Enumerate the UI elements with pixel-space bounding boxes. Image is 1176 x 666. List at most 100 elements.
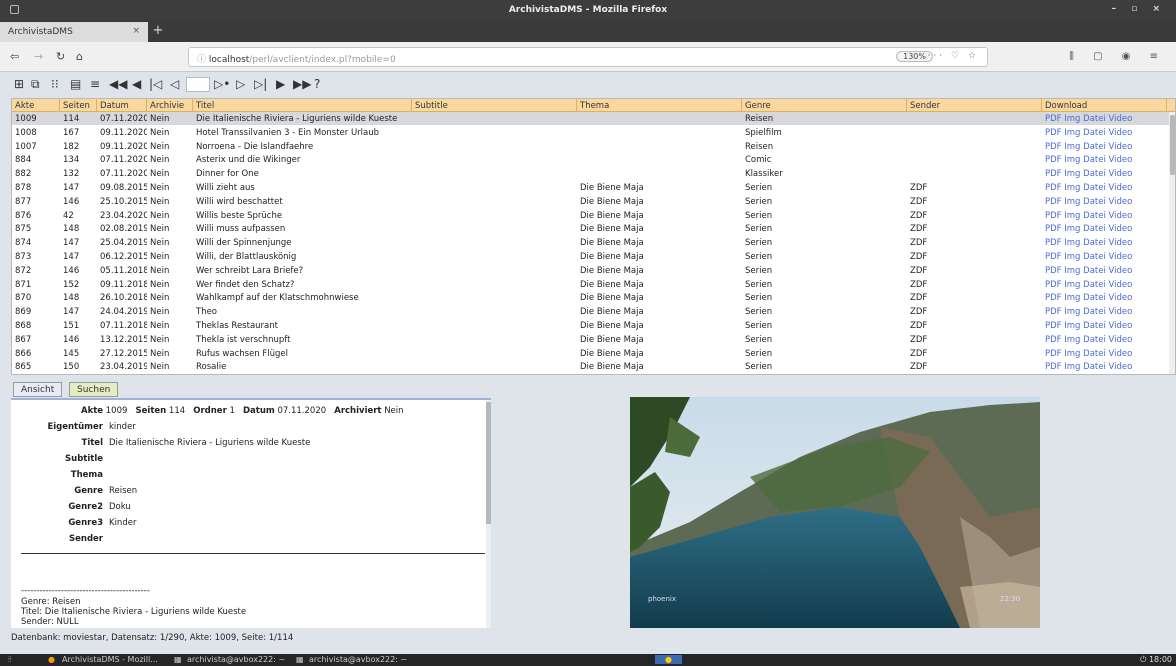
system-tray[interactable]: ⏻ 18:00 [1140, 655, 1172, 665]
download-link[interactable]: Img [1064, 349, 1080, 359]
download-link[interactable]: Video [1109, 252, 1133, 262]
download-link[interactable]: PDF [1045, 114, 1062, 124]
download-link[interactable]: Img [1064, 321, 1080, 331]
preview-image[interactable]: phoenix 22:30 [630, 397, 1040, 628]
download-link[interactable]: PDF [1045, 280, 1062, 290]
next-record-icon[interactable]: ▶ [276, 77, 285, 91]
prev-page-icon[interactable]: ◁ [170, 77, 179, 91]
download-link[interactable]: Video [1109, 280, 1133, 290]
copy-icon[interactable]: ⧉ [31, 77, 40, 92]
download-link[interactable]: Video [1109, 224, 1133, 234]
download-link[interactable]: Video [1109, 114, 1133, 124]
download-link[interactable]: Video [1109, 307, 1133, 317]
download-link[interactable]: Video [1109, 362, 1133, 372]
download-link[interactable]: PDF [1045, 224, 1062, 234]
download-link[interactable]: Video [1109, 169, 1133, 179]
back-icon[interactable]: ⇦ [10, 50, 19, 63]
column-header[interactable]: Sender [907, 99, 1042, 112]
table-row[interactable]: 874 147 25.04.2019 Nein Willi der Spinnenjun… [12, 236, 1172, 249]
download-link[interactable]: Datei [1083, 293, 1106, 303]
download-link[interactable]: PDF [1045, 266, 1062, 276]
library-icons[interactable]: ⫼ ▢ ◉ ≡ [1069, 51, 1166, 62]
task-terminal-2[interactable]: archivista@avbox222: ~ [309, 655, 407, 664]
download-link[interactable]: PDF [1045, 197, 1062, 207]
download-link[interactable]: Img [1064, 142, 1080, 152]
help-icon[interactable]: ? [314, 77, 320, 91]
column-header[interactable]: Thema [577, 99, 742, 112]
table-row[interactable]: 1007 182 09.11.2020 Nein Norroena - Die Isla… [12, 140, 1172, 153]
download-link[interactable]: Img [1064, 211, 1080, 221]
download-link[interactable]: Datei [1083, 224, 1106, 234]
download-link[interactable]: Img [1064, 307, 1080, 317]
download-link[interactable]: Img [1064, 280, 1080, 290]
page-number-input[interactable] [186, 77, 210, 92]
download-link[interactable]: Datei [1083, 155, 1106, 165]
download-link[interactable]: Img [1064, 197, 1080, 207]
download-link[interactable]: Video [1109, 238, 1133, 248]
window-controls[interactable]: – ▫ × [1112, 4, 1166, 14]
table-row[interactable]: 876 42 23.04.2020 Nein Willis beste Sprüche D… [12, 209, 1172, 222]
download-link[interactable]: PDF [1045, 252, 1062, 262]
download-link[interactable]: Video [1109, 349, 1133, 359]
forward-icon[interactable]: → [34, 50, 43, 63]
first-record-icon[interactable]: ◀◀ [109, 77, 127, 91]
table-row[interactable]: 869 147 24.04.2019 Nein Theo Die Biene Maja Se… [12, 305, 1172, 318]
download-link[interactable]: Video [1109, 211, 1133, 221]
download-link[interactable]: Img [1064, 114, 1080, 124]
table-row[interactable]: 873 147 06.12.2015 Nein Willi, der Blattlaus… [12, 250, 1172, 263]
table-row[interactable]: 870 148 26.10.2018 Nein Wahlkampf auf der Kl… [12, 291, 1172, 304]
table-row[interactable]: 1009 114 07.11.2020 Nein Die Italienische Ri… [12, 112, 1172, 125]
download-link[interactable]: Video [1109, 293, 1133, 303]
download-link[interactable]: Img [1064, 238, 1080, 248]
first-page-icon[interactable]: |◁ [149, 77, 162, 91]
download-link[interactable]: Datei [1083, 128, 1106, 138]
download-link[interactable]: Video [1109, 266, 1133, 276]
download-link[interactable]: PDF [1045, 155, 1062, 165]
column-header[interactable]: Titel [193, 99, 412, 112]
column-header[interactable]: Archivie [147, 99, 193, 112]
download-link[interactable]: Datei [1083, 321, 1106, 331]
table-row[interactable]: 875 148 02.08.2019 Nein Willi muss aufpassen… [12, 222, 1172, 235]
browser-tab[interactable]: ArchivistaDMS × [0, 22, 148, 42]
download-link[interactable]: Img [1064, 224, 1080, 234]
edit-list-icon[interactable]: ≡ [90, 77, 100, 91]
download-link[interactable]: PDF [1045, 128, 1062, 138]
last-page-icon[interactable]: ▷| [254, 77, 267, 91]
download-link[interactable]: PDF [1045, 335, 1062, 345]
add-icon[interactable]: ⊞ [14, 77, 24, 91]
table-row[interactable]: 882 132 07.11.2020 Nein Dinner for One Klassi… [12, 167, 1172, 180]
column-header[interactable]: Datum [97, 99, 147, 112]
column-header[interactable]: Subtitle [412, 99, 577, 112]
download-link[interactable]: PDF [1045, 293, 1062, 303]
download-link[interactable]: PDF [1045, 362, 1062, 372]
table-row[interactable]: 871 152 09.11.2018 Nein Wer findet den Schat… [12, 278, 1172, 291]
download-link[interactable]: Datei [1083, 335, 1106, 345]
table-scroll-thumb[interactable] [1170, 115, 1175, 175]
download-link[interactable]: Video [1109, 155, 1133, 165]
detail-scroll-thumb[interactable] [486, 402, 491, 524]
table-row[interactable]: 877 146 25.10.2015 Nein Willi wird beschatte… [12, 195, 1172, 208]
download-link[interactable]: PDF [1045, 349, 1062, 359]
column-header[interactable]: Download [1042, 99, 1167, 112]
download-link[interactable]: PDF [1045, 142, 1062, 152]
table-row[interactable]: 878 147 09.08.2015 Nein Willi zieht aus Die B… [12, 181, 1172, 194]
table-row[interactable]: 872 146 05.11.2018 Nein Wer schreibt Lara Br… [12, 264, 1172, 277]
task-firefox[interactable]: ArchivistaDMS - Mozill... [62, 655, 158, 664]
download-link[interactable]: PDF [1045, 183, 1062, 193]
workspace-icon[interactable]: ● [655, 655, 682, 664]
download-link[interactable]: PDF [1045, 321, 1062, 331]
table-row[interactable]: 867 146 13.12.2015 Nein Thekla ist verschnup… [12, 333, 1172, 346]
go-page-icon[interactable]: ▷• [214, 77, 230, 91]
next-page-icon[interactable]: ▷ [236, 77, 245, 91]
last-record-icon[interactable]: ▶▶ [293, 77, 311, 91]
column-header[interactable]: Akte [12, 99, 60, 112]
download-link[interactable]: Img [1064, 169, 1080, 179]
download-link[interactable]: Video [1109, 128, 1133, 138]
home-icon[interactable]: ⌂ [76, 50, 83, 63]
download-link[interactable]: Datei [1083, 211, 1106, 221]
app-menu-icon[interactable]: ⦙⦙ [8, 655, 12, 665]
download-link[interactable]: Img [1064, 266, 1080, 276]
download-link[interactable]: Img [1064, 293, 1080, 303]
download-link[interactable]: Img [1064, 335, 1080, 345]
download-link[interactable]: PDF [1045, 238, 1062, 248]
